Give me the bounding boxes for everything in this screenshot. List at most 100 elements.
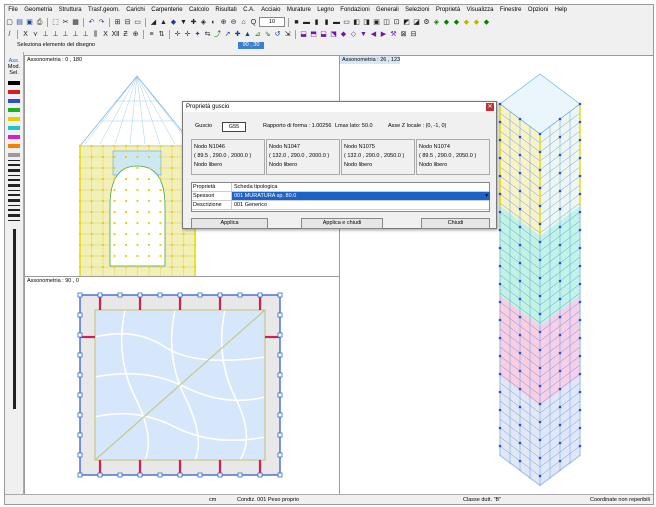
- cube5-icon[interactable]: ◆: [472, 18, 481, 27]
- menu-item[interactable]: Geometria: [21, 5, 55, 16]
- line-style-option[interactable]: [8, 179, 20, 181]
- thickness-select[interactable]: 001 MURATURA sp. 80.0 ▾: [232, 192, 490, 200]
- undo-icon[interactable]: ↶: [87, 18, 96, 27]
- grid3-icon[interactable]: ⊟: [409, 30, 418, 39]
- y-axis-icon[interactable]: ⋎: [31, 30, 40, 39]
- arrow2-icon[interactable]: ↗: [223, 30, 232, 39]
- menu-item[interactable]: Calcolo: [186, 5, 212, 16]
- shape2-icon[interactable]: ⬒: [309, 30, 318, 39]
- menu-item[interactable]: Finestre: [497, 5, 525, 16]
- move-icon[interactable]: ◈: [199, 18, 208, 27]
- z-axis-icon[interactable]: ⊥: [41, 30, 50, 39]
- view-icon[interactable]: ◨: [362, 18, 371, 27]
- coordinate-input[interactable]: 90 , 30: [238, 42, 264, 49]
- menu-item[interactable]: Struttura: [55, 5, 84, 16]
- line-style-option[interactable]: [8, 194, 20, 196]
- corner-icon[interactable]: ⇲: [283, 30, 292, 39]
- line-icon[interactable]: /: [5, 30, 14, 39]
- z-icon[interactable]: Ƶ: [121, 30, 130, 39]
- palette-scrollbar[interactable]: [12, 229, 16, 409]
- cube6-icon[interactable]: ◆: [482, 18, 491, 27]
- beam-icon[interactable]: ▬: [302, 18, 311, 27]
- menu-item[interactable]: Acciaio: [258, 5, 284, 16]
- plan-icon[interactable]: ◩: [402, 18, 411, 27]
- box-icon[interactable]: ⊡: [392, 18, 401, 27]
- down-icon[interactable]: ▼: [179, 18, 188, 27]
- target-icon[interactable]: ⊕: [131, 30, 140, 39]
- gear-icon[interactable]: ⚙: [422, 18, 431, 27]
- menu-item[interactable]: Selezioni: [402, 5, 433, 16]
- shape9-icon[interactable]: ▶: [379, 30, 388, 39]
- save-icon[interactable]: ▣: [25, 18, 34, 27]
- xy-icon[interactable]: Ⅻ: [111, 30, 120, 39]
- close-button[interactable]: Chiudi: [421, 218, 490, 229]
- line-style-option[interactable]: [8, 160, 20, 161]
- color-swatch[interactable]: [8, 144, 20, 148]
- node-icon[interactable]: ◆: [169, 18, 178, 27]
- window-icon[interactable]: ▭: [133, 18, 142, 27]
- x-axis-icon[interactable]: Ⅹ: [21, 30, 30, 39]
- rot-icon[interactable]: ↺: [273, 30, 282, 39]
- line-style-option[interactable]: [8, 190, 20, 191]
- menu-item[interactable]: Murature: [284, 5, 314, 16]
- shell-icon[interactable]: ▭: [342, 18, 351, 27]
- menu-item[interactable]: Generali: [373, 5, 402, 16]
- menu-item[interactable]: Proprietà: [433, 5, 464, 16]
- menu-item[interactable]: Opzioni: [525, 5, 552, 16]
- grid-row[interactable]: Spessori 001 MURATURA sp. 80.0 ▾: [192, 192, 490, 201]
- line-style-option[interactable]: [8, 175, 20, 176]
- cut-icon[interactable]: ✂: [61, 18, 70, 27]
- zoom-out-icon[interactable]: ⊖: [229, 18, 238, 27]
- menu-item[interactable]: Help: [551, 5, 570, 16]
- line-style-option[interactable]: [8, 184, 20, 187]
- shell-id-field[interactable]: G55: [222, 122, 246, 132]
- zoom-icon[interactable]: Q: [249, 18, 258, 27]
- list-icon[interactable]: ≡: [147, 30, 156, 39]
- shape1-icon[interactable]: ⬓: [299, 30, 308, 39]
- base-icon[interactable]: ⊥: [51, 30, 60, 39]
- print-icon[interactable]: ⎙: [35, 18, 44, 27]
- home-icon[interactable]: ⌂: [239, 18, 248, 27]
- color-swatch[interactable]: [8, 135, 20, 139]
- plus-icon[interactable]: ✚: [233, 30, 242, 39]
- shape7-icon[interactable]: ▼: [359, 30, 368, 39]
- cube-icon[interactable]: ◈: [432, 18, 441, 27]
- redo-icon[interactable]: ↷: [97, 18, 106, 27]
- swap-icon[interactable]: ⇆: [203, 30, 212, 39]
- grid-row[interactable]: Descrizione 001 Generico: [192, 201, 489, 210]
- viewport-bottom-left[interactable]: Assonometria : 90 , 0: [24, 276, 340, 496]
- description-value[interactable]: 001 Generico: [232, 201, 490, 209]
- line-style-option[interactable]: [8, 164, 20, 166]
- chevron-down-icon[interactable]: ▾: [485, 192, 488, 200]
- color-swatch[interactable]: [8, 108, 20, 112]
- menu-item[interactable]: Visualizza: [463, 5, 496, 16]
- apply-button[interactable]: Applica: [191, 218, 268, 229]
- apply-close-button[interactable]: Applica e chiudi: [301, 218, 383, 229]
- cube3-icon[interactable]: ◆: [452, 18, 461, 27]
- zoom-select[interactable]: 10: [259, 17, 285, 27]
- color-swatch[interactable]: [8, 99, 20, 103]
- grid2-icon[interactable]: ⊠: [399, 30, 408, 39]
- menu-item[interactable]: Carichi: [123, 5, 148, 16]
- layer-icon[interactable]: ⊟: [123, 18, 132, 27]
- column-icon[interactable]: ▮: [312, 18, 321, 27]
- frame-icon[interactable]: ◫: [382, 18, 391, 27]
- star-icon[interactable]: ✦: [193, 30, 202, 39]
- tool-icon[interactable]: ⚒: [389, 30, 398, 39]
- solid-icon[interactable]: ▣: [372, 18, 381, 27]
- arrow-icon[interactable]: ⤴: [213, 30, 222, 39]
- up-icon[interactable]: ▲: [159, 18, 168, 27]
- line-style-option[interactable]: [8, 169, 20, 172]
- cube4-icon[interactable]: ◆: [462, 18, 471, 27]
- menu-item[interactable]: Carpenterie: [148, 5, 186, 16]
- grid-icon[interactable]: ⊞: [113, 18, 122, 27]
- zoom-in-icon[interactable]: ⊕: [219, 18, 228, 27]
- shape3-icon[interactable]: ⬓: [319, 30, 328, 39]
- move-node-icon[interactable]: ✛: [173, 30, 182, 39]
- menu-item[interactable]: File: [5, 5, 21, 16]
- menu-item[interactable]: Trasf.geom.: [85, 5, 123, 16]
- cross-icon[interactable]: Ⅹ: [101, 30, 110, 39]
- slab-icon[interactable]: ▬: [332, 18, 341, 27]
- paste-icon[interactable]: ▦: [71, 18, 80, 27]
- shape8-icon[interactable]: ◀: [369, 30, 378, 39]
